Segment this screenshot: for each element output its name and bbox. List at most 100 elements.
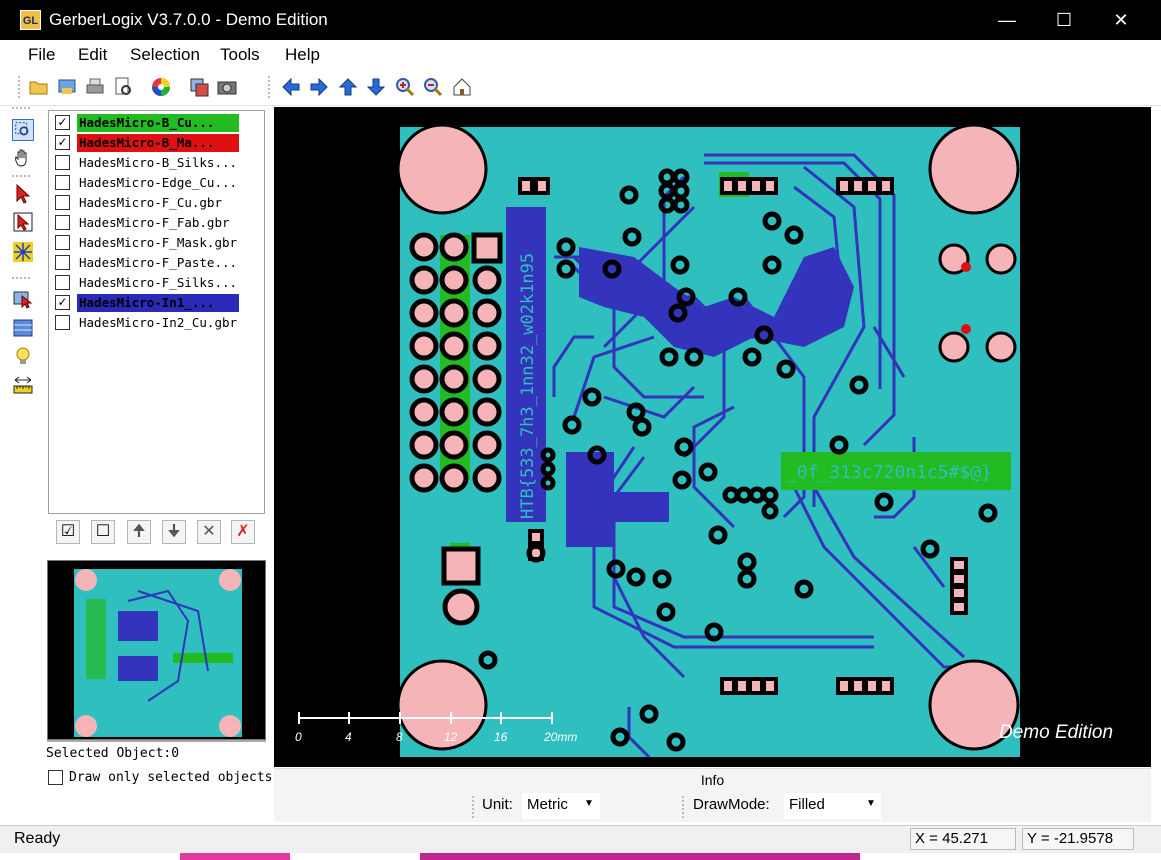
thumbnail-frame xyxy=(47,740,266,742)
menu-edit[interactable]: Edit xyxy=(78,45,107,65)
layer-item[interactable]: HadesMicro-F_Silks... xyxy=(53,273,263,293)
thumbnail-board xyxy=(74,569,242,737)
drawmode-label: DrawMode: xyxy=(693,796,770,813)
status-bar: Ready X = 45.271 Y = -21.9578 xyxy=(0,825,1161,853)
layer-checkbox[interactable] xyxy=(55,195,70,210)
print-preview-icon[interactable] xyxy=(112,76,134,98)
camera-icon[interactable] xyxy=(216,76,238,98)
delete-icon: ✗ xyxy=(236,523,250,540)
pcb-canvas[interactable]: HTB{533_7h3_1nn32_w02k1n95 _0f_313c720n1… xyxy=(274,107,1151,767)
uncheck-all-icon: ☐ xyxy=(95,523,111,540)
selected-object-label: Selected Object:0 xyxy=(46,746,180,761)
bulb-icon[interactable] xyxy=(12,345,34,367)
tool-grip-2[interactable] xyxy=(12,175,30,177)
check-all-icon: ☑ xyxy=(60,523,76,540)
arrow-up-icon[interactable] xyxy=(337,76,359,98)
layer-item[interactable]: HadesMicro-F_Mask.gbr xyxy=(53,233,263,253)
uncheck-all-button[interactable]: ☐ xyxy=(91,520,115,544)
zoom-window-icon[interactable] xyxy=(12,119,34,141)
arrow-down-icon[interactable] xyxy=(365,76,387,98)
layer-item[interactable]: ✓ HadesMicro-In1_... xyxy=(53,293,263,313)
tool-grip[interactable] xyxy=(12,107,30,109)
move-up-button[interactable]: 🠉 xyxy=(127,520,151,544)
close-button[interactable]: ✕ xyxy=(1098,0,1144,40)
layer-checkbox[interactable]: ✓ xyxy=(55,115,70,130)
chevron-down-icon: ▼ xyxy=(584,798,594,809)
layer-copy-icon[interactable] xyxy=(188,76,210,98)
layer-checkbox[interactable]: ✓ xyxy=(55,135,70,150)
zoom-in-icon[interactable] xyxy=(394,76,416,98)
check-all-button[interactable]: ☑ xyxy=(56,520,80,544)
menu-tools[interactable]: Tools xyxy=(220,45,260,65)
layer-checkbox[interactable] xyxy=(55,215,70,230)
layer-checkbox[interactable] xyxy=(55,235,70,250)
layer-item[interactable]: HadesMicro-In2_Cu.gbr xyxy=(53,313,263,333)
scale-label: 16 xyxy=(494,730,508,744)
net-highlight-icon[interactable] xyxy=(12,241,34,263)
drawmode-select[interactable]: Filled ▼ xyxy=(784,793,881,819)
layer-item[interactable]: HadesMicro-Edge_Cu... xyxy=(53,173,263,193)
tool-grip-3[interactable] xyxy=(12,277,30,279)
select-box-icon[interactable] xyxy=(12,211,34,233)
layer-item[interactable]: HadesMicro-F_Cu.gbr xyxy=(53,193,263,213)
toolbar-grip[interactable] xyxy=(18,76,20,100)
layer-name: HadesMicro-F_Cu.gbr xyxy=(79,195,222,210)
layer-name: HadesMicro-In1_... xyxy=(77,294,239,312)
print-icon[interactable] xyxy=(84,76,106,98)
menu-help[interactable]: Help xyxy=(285,45,320,65)
layer-item[interactable]: HadesMicro-F_Paste... xyxy=(53,253,263,273)
menu-file[interactable]: File xyxy=(28,45,55,65)
scale-label: 12 xyxy=(444,730,458,744)
home-icon[interactable] xyxy=(451,76,473,98)
maximize-button[interactable]: ☐ xyxy=(1041,0,1087,40)
pcb-view: HTB{533_7h3_1nn32_w02k1n95 _0f_313c720n1… xyxy=(295,123,1113,759)
layer-item[interactable]: HadesMicro-B_Silks... xyxy=(53,153,263,173)
layer-item[interactable]: ✓ HadesMicro-B_Cu... xyxy=(53,113,263,133)
zoom-out-icon[interactable] xyxy=(422,76,444,98)
layer-checkbox[interactable] xyxy=(55,255,70,270)
move-down-button[interactable]: 🠋 xyxy=(162,520,186,544)
minimize-button[interactable]: — xyxy=(984,0,1030,40)
overview-thumbnail[interactable] xyxy=(47,560,266,740)
layer-checkbox[interactable] xyxy=(55,275,70,290)
color-wheel-icon[interactable] xyxy=(150,76,172,98)
draw-selected-checkbox[interactable] xyxy=(48,770,63,785)
layer-name: HadesMicro-F_Mask.gbr xyxy=(79,235,238,250)
arrow-left-icon[interactable] xyxy=(280,76,302,98)
layer-checkbox[interactable]: ✓ xyxy=(55,295,70,310)
move-up-icon: 🠉 xyxy=(132,523,146,540)
remove-icon: ✕ xyxy=(202,523,216,540)
window-title: GerberLogix V3.7.0.0 - Demo Edition xyxy=(49,10,328,29)
open-folder-icon[interactable] xyxy=(28,76,50,98)
layer-item[interactable]: ✓ HadesMicro-B_Ma... xyxy=(53,133,263,153)
pan-hand-icon[interactable] xyxy=(12,147,34,169)
options-grip[interactable] xyxy=(472,796,474,818)
x-coordinate: X = 45.271 xyxy=(910,828,1016,850)
measure-icon[interactable] xyxy=(12,288,34,310)
select-arrow-icon[interactable] xyxy=(12,183,34,205)
layer-checkbox[interactable] xyxy=(55,175,70,190)
layer-item[interactable]: HadesMicro-F_Fab.gbr xyxy=(53,213,263,233)
unit-select[interactable]: Metric ▼ xyxy=(522,793,600,819)
demo-watermark: Demo Edition xyxy=(999,722,1113,743)
measure-ruler-icon[interactable] xyxy=(12,374,34,396)
title-bar: GL GerberLogix V3.7.0.0 - Demo Edition —… xyxy=(0,0,1161,40)
unit-label: Unit: xyxy=(482,796,513,813)
info-label: Info xyxy=(700,772,725,788)
layer-checkbox[interactable] xyxy=(55,315,70,330)
layer-checkbox[interactable] xyxy=(55,155,70,170)
toolbar-grip-2[interactable] xyxy=(268,76,270,100)
layer-name: HadesMicro-F_Paste... xyxy=(79,255,238,270)
layer-name: HadesMicro-B_Ma... xyxy=(77,134,239,152)
export-icon[interactable] xyxy=(56,76,78,98)
delete-button[interactable]: ✗ xyxy=(231,520,255,544)
menu-selection[interactable]: Selection xyxy=(130,45,200,65)
options-bar: Unit: Metric ▼ DrawMode: Filled ▼ xyxy=(274,790,1151,822)
arrow-right-icon[interactable] xyxy=(308,76,330,98)
remove-button[interactable]: ✕ xyxy=(197,520,221,544)
draw-selected-label: Draw only selected objects xyxy=(69,770,273,785)
options-grip-2[interactable] xyxy=(682,796,684,818)
unit-value: Metric xyxy=(527,796,568,813)
move-down-icon: 🠋 xyxy=(167,523,181,540)
layer-panel-icon[interactable] xyxy=(12,317,34,339)
